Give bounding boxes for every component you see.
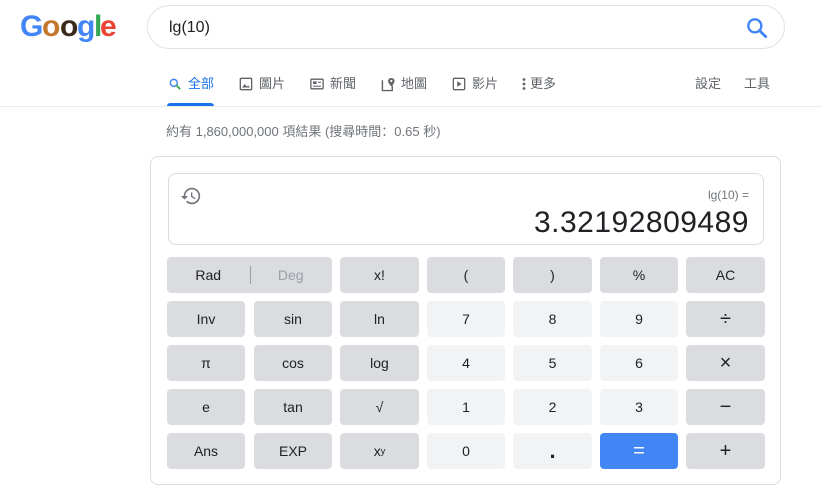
digit-4-button[interactable]: 4 [427, 345, 505, 381]
video-icon [451, 76, 467, 92]
log-button[interactable]: log [340, 345, 419, 381]
euler-button[interactable]: e [167, 389, 245, 425]
exp-button[interactable]: EXP [254, 433, 332, 469]
left-paren-button[interactable]: ( [427, 257, 505, 293]
divide-button[interactable]: ÷ [686, 301, 765, 337]
sin-button[interactable]: sin [254, 301, 332, 337]
tools-link[interactable]: 工具 [744, 74, 770, 106]
rad-deg-toggle[interactable]: Rad Deg [167, 257, 332, 293]
digit-2-button[interactable]: 2 [513, 389, 592, 425]
rad-option[interactable]: Rad [167, 257, 250, 293]
all-clear-button[interactable]: AC [686, 257, 765, 293]
history-icon [180, 187, 201, 205]
logo-letter-g2: g [77, 10, 96, 43]
tab-news[interactable]: 新聞 [309, 74, 356, 106]
calculator-display: lg(10) = 3.32192809489 [168, 173, 764, 245]
history-button[interactable] [180, 185, 202, 207]
decimal-point-button[interactable]: . [513, 433, 592, 469]
digit-0-button[interactable]: 0 [427, 433, 505, 469]
search-button[interactable] [744, 15, 770, 41]
pi-button[interactable]: π [167, 345, 245, 381]
deg-option[interactable]: Deg [250, 257, 333, 293]
calculator-result: 3.32192809489 [533, 206, 749, 239]
tab-videos-label: 影片 [472, 76, 499, 91]
tab-images[interactable]: 圖片 [238, 74, 285, 106]
search-tabs: 全部 圖片 新聞 地圖 影片 更多 設定 工具 [157, 74, 777, 106]
digit-3-button[interactable]: 3 [600, 389, 678, 425]
tab-all[interactable]: 全部 [167, 74, 215, 106]
logo-letter-g: G [20, 10, 44, 43]
calculator-expression: lg(10) = [707, 188, 749, 202]
power-exponent: y [380, 446, 386, 456]
search-box [147, 5, 785, 50]
tab-all-label: 全部 [188, 76, 215, 91]
power-button[interactable]: xy [340, 433, 419, 469]
sqrt-button[interactable]: √ [340, 389, 419, 425]
right-paren-button[interactable]: ) [513, 257, 592, 293]
digit-5-button[interactable]: 5 [513, 345, 592, 381]
percent-button[interactable]: % [600, 257, 678, 293]
digit-6-button[interactable]: 6 [600, 345, 678, 381]
calculator-card: lg(10) = 3.32192809489 Rad Deg x! ( ) % … [150, 156, 781, 485]
more-vert-icon [521, 76, 527, 92]
tools-label: 工具 [744, 76, 771, 91]
inverse-button[interactable]: Inv [167, 301, 245, 337]
cos-button[interactable]: cos [254, 345, 332, 381]
ln-button[interactable]: ln [340, 301, 419, 337]
image-icon [238, 76, 254, 92]
tab-maps-label: 地圖 [401, 76, 428, 91]
google-logo[interactable]: G o o g l e [20, 10, 117, 44]
search-input[interactable] [167, 6, 731, 50]
tab-videos[interactable]: 影片 [451, 74, 498, 106]
tab-images-label: 圖片 [259, 76, 286, 91]
tab-more-label: 更多 [530, 76, 557, 91]
tan-button[interactable]: tan [254, 389, 332, 425]
digit-8-button[interactable]: 8 [513, 301, 592, 337]
plus-button[interactable]: + [686, 433, 765, 469]
digit-1-button[interactable]: 1 [427, 389, 505, 425]
answer-button[interactable]: Ans [167, 433, 245, 469]
settings-label: 設定 [695, 76, 722, 91]
result-stats: 約有 1,860,000,000 項結果 (搜尋時間：0.65 秒) [166, 124, 441, 139]
search-icon [167, 76, 183, 92]
digit-7-button[interactable]: 7 [427, 301, 505, 337]
logo-letter-e: e [100, 10, 117, 43]
logo-letter-o1: o [42, 10, 61, 43]
tab-more[interactable]: 更多 [521, 74, 556, 106]
equals-button[interactable]: = [600, 433, 678, 469]
digit-9-button[interactable]: 9 [600, 301, 678, 337]
logo-letter-o2: o [60, 10, 79, 43]
power-base: x [373, 443, 381, 459]
search-icon [747, 18, 768, 39]
map-icon [380, 76, 396, 92]
news-icon [309, 76, 325, 92]
minus-button[interactable]: − [686, 389, 765, 425]
tab-maps[interactable]: 地圖 [380, 74, 427, 106]
tabs-divider [0, 106, 822, 107]
tab-news-label: 新聞 [330, 76, 357, 91]
multiply-button[interactable]: × [686, 345, 765, 381]
settings-link[interactable]: 設定 [695, 74, 721, 106]
factorial-button[interactable]: x! [340, 257, 419, 293]
